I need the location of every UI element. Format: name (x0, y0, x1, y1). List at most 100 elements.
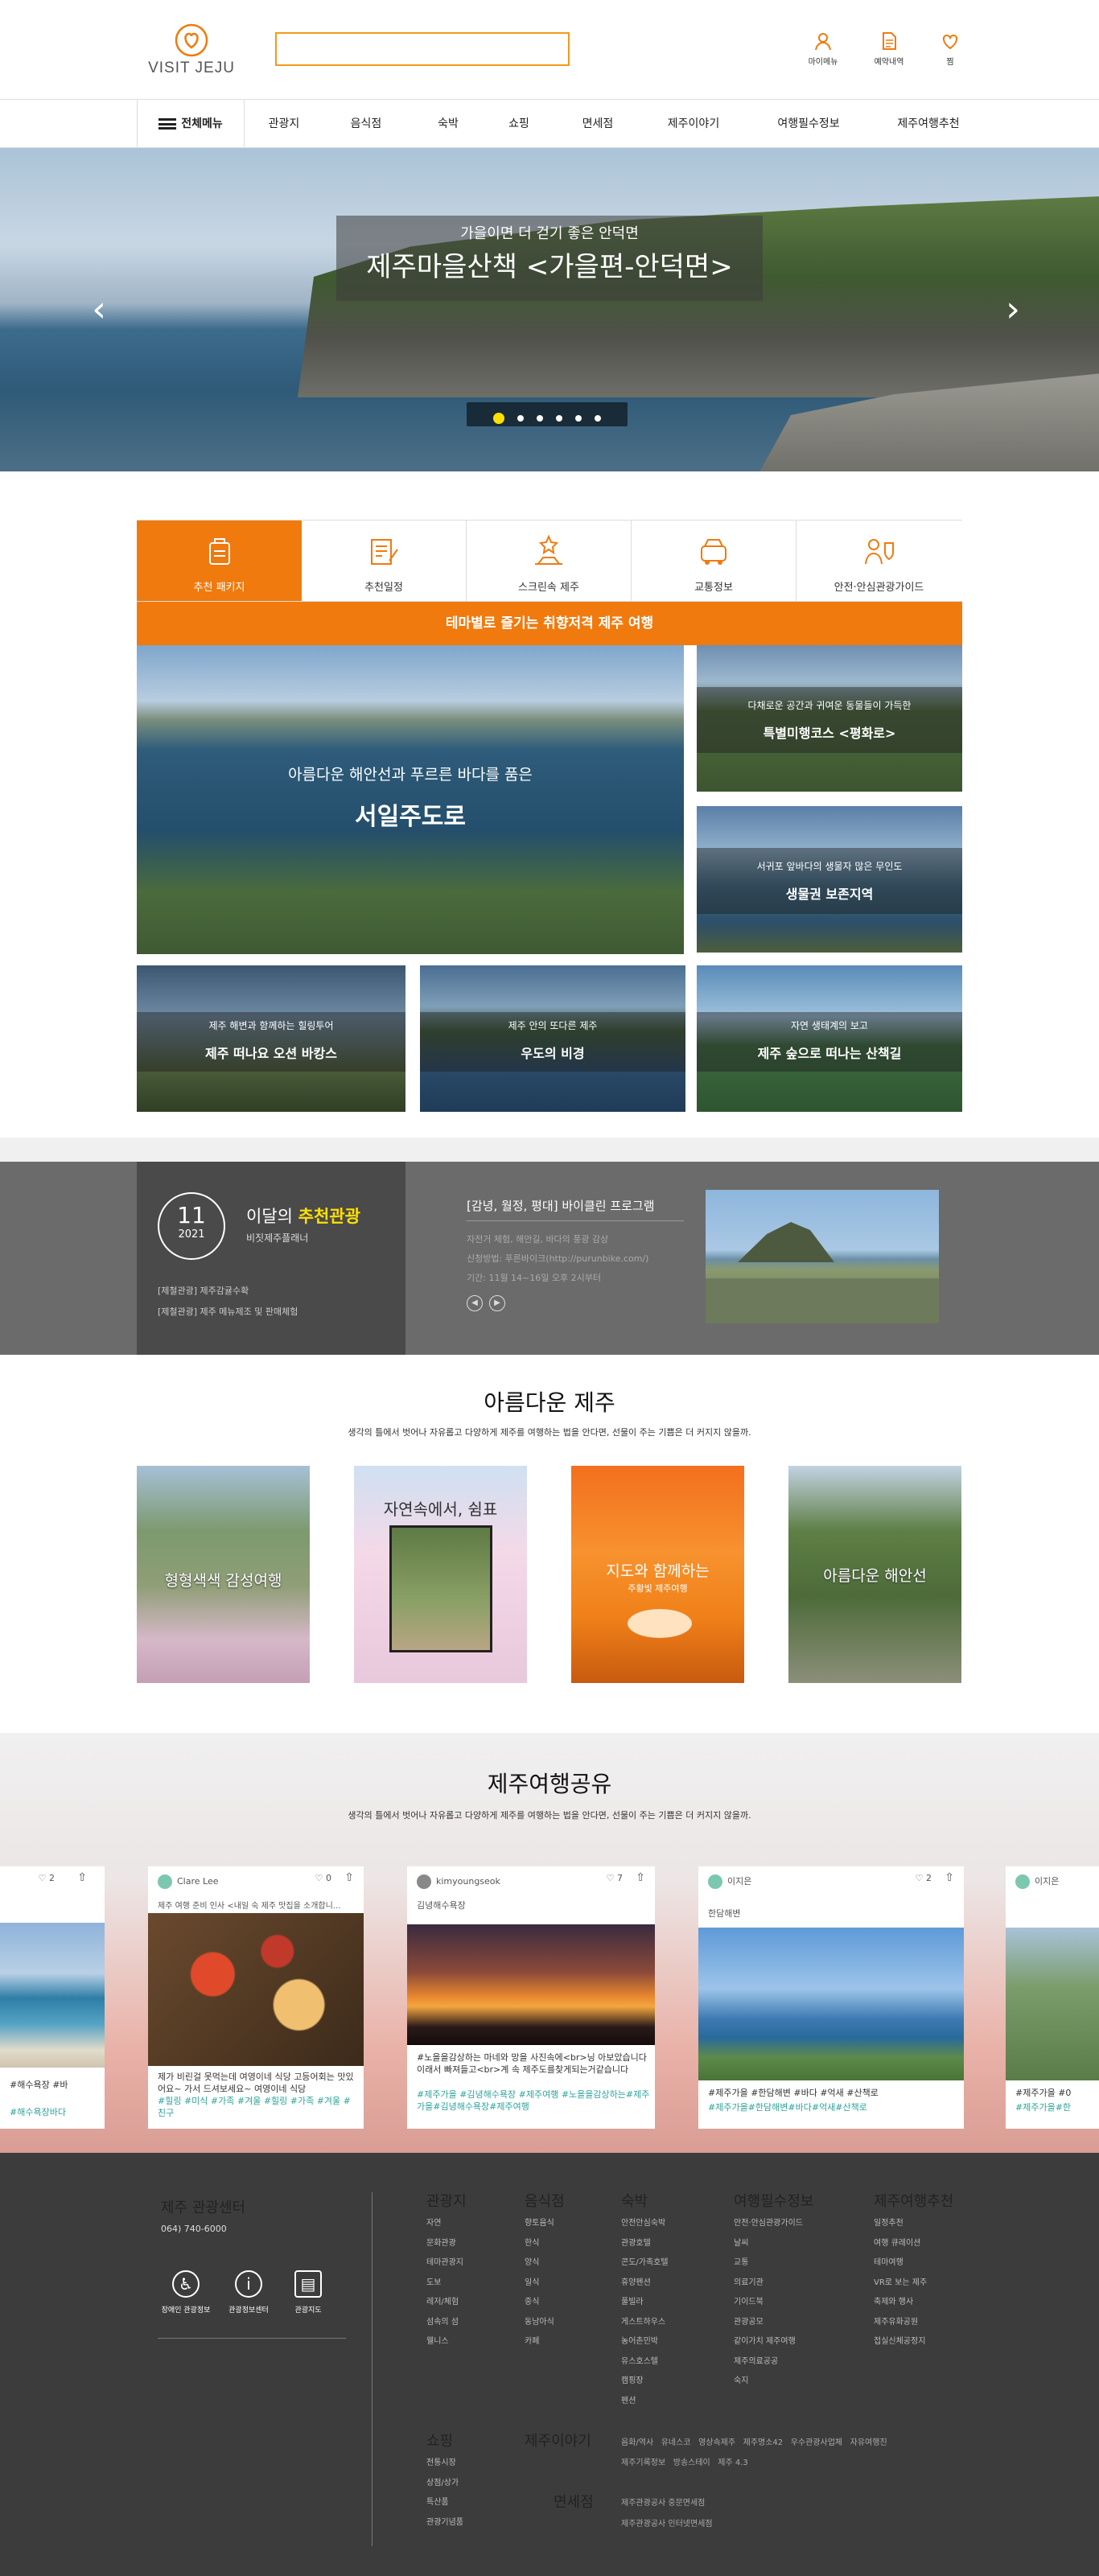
tour-map-link[interactable]: ▤ 관광지도 (275, 2270, 341, 2315)
slide-dot[interactable] (595, 414, 601, 422)
footer-link[interactable]: 캠핑장 (621, 2372, 669, 2392)
footer-link[interactable]: 문화관광 (426, 2234, 463, 2254)
footer-story-title[interactable]: 제주이야기 (525, 2430, 591, 2450)
footer-link[interactable]: 양식 (525, 2253, 554, 2274)
reservations-button[interactable]: 예약내역 (867, 31, 911, 67)
footer-col-title[interactable]: 제주여행추천 (874, 2190, 953, 2211)
footer-link[interactable]: 관광기념품 (426, 2513, 463, 2533)
tab-screen-jeju[interactable]: 스크린속 제주 (467, 521, 632, 601)
share-card[interactable]: kimyoungseok ♡ 7 ⇧ 김녕해수욕장 #노을을감상하는 마네와 망… (407, 1866, 655, 2129)
share-icon[interactable]: ⇧ (636, 1871, 645, 1884)
footer-link[interactable]: 관광공모 (734, 2313, 803, 2333)
footer-shopping-title[interactable]: 쇼핑 (426, 2430, 453, 2450)
share-card[interactable]: 이지은 #제주가을 #0 #제주가을#한 (1006, 1866, 1099, 2129)
footer-link[interactable]: 일식 (525, 2274, 554, 2294)
beautiful-card[interactable]: 형형색색 감성여행 (137, 1466, 310, 1683)
footer-link[interactable]: 유스호스텔 (621, 2352, 669, 2372)
footer-col-title[interactable]: 숙박 (621, 2190, 648, 2211)
footer-link[interactable]: 자유여행진 (850, 2438, 887, 2447)
nav-item-shopping[interactable]: 쇼핑 (491, 100, 547, 148)
circle-left-icon[interactable]: ◀ (467, 1295, 483, 1311)
nav-item-jeju-story[interactable]: 제주이야기 (653, 100, 734, 148)
footer-link[interactable]: 제주관광공사 인터넷면세점 (621, 2516, 713, 2529)
footer-link[interactable]: 전통시장 (426, 2454, 463, 2474)
footer-link[interactable]: 게스트하우스 (621, 2313, 669, 2333)
theme-tile-bottom1[interactable]: 제주 해변과 함께하는 힐링투어 제주 떠나요 오션 바캉스 (137, 965, 405, 1112)
theme-tile-bottom2[interactable]: 제주 안의 또다른 제주 우도의 비경 (420, 965, 685, 1112)
tab-safety-guide[interactable]: 안전·안심관광가이드 (796, 521, 961, 601)
beautiful-card[interactable]: 지도와 함께하는 주황빛 제주여행 (571, 1466, 744, 1683)
heart-outline-icon[interactable]: ♡ (607, 1873, 615, 1883)
footer-link[interactable]: 콘도/가족호텔 (621, 2253, 669, 2274)
footer-link[interactable]: 휴양펜션 (621, 2274, 669, 2294)
footer-link[interactable]: 펜션 (621, 2392, 669, 2412)
heart-outline-icon[interactable]: ♡ (39, 1873, 47, 1883)
footer-link[interactable]: 테마관광지 (426, 2253, 463, 2274)
footer-link[interactable]: 특산품 (426, 2493, 463, 2513)
share-icon[interactable]: ⇧ (344, 1871, 354, 1884)
footer-link[interactable]: 우수관광사업체 (791, 2438, 842, 2447)
chevron-right-icon[interactable]: › (1001, 290, 1025, 330)
footer-link[interactable]: 날씨 (734, 2234, 803, 2254)
footer-link[interactable]: 카페 (525, 2332, 554, 2352)
footer-link[interactable]: 일정추천 (874, 2214, 927, 2234)
footer-link[interactable]: 관광호텔 (621, 2234, 669, 2254)
footer-link[interactable]: 농어촌민박 (621, 2332, 669, 2352)
tab-package[interactable]: 추천 패키지 (137, 521, 302, 601)
footer-link[interactable]: 중식 (525, 2293, 554, 2313)
slide-dot[interactable] (517, 414, 524, 422)
footer-link[interactable]: 동남아식 (525, 2313, 554, 2333)
my-menu-button[interactable]: 마이메뉴 (801, 31, 845, 67)
nav-item-dutyfree[interactable]: 면세점 (570, 100, 626, 148)
heart-outline-icon[interactable]: ♡ (315, 1873, 323, 1883)
footer-link[interactable]: 제주기록정보 (621, 2459, 665, 2467)
slide-dot[interactable] (537, 414, 543, 422)
hero-slider[interactable]: 가을이면 더 걷기 좋은 안덕면 제주마을산책 <가을편-안덕면> ‹ › (0, 148, 1099, 471)
footer-link[interactable]: 제주의료공공 (734, 2352, 803, 2372)
footer-link[interactable]: 제주명소42 (743, 2438, 784, 2447)
nav-item-recommend[interactable]: 제주여행추천 (882, 100, 975, 148)
tab-traffic[interactable]: 교통정보 (632, 521, 796, 601)
all-menu-button[interactable]: 전체메뉴 (137, 100, 245, 148)
footer-col-title[interactable]: 여행필수정보 (734, 2190, 813, 2211)
footer-link[interactable]: 제주관광공사 중문면세점 (621, 2496, 705, 2508)
footer-link[interactable]: 제주유화공원 (874, 2313, 927, 2333)
tourist-center-link[interactable]: i 관광정보센터 (216, 2270, 282, 2315)
slide-dot[interactable] (493, 412, 504, 424)
footer-link[interactable]: 한식 (525, 2234, 554, 2254)
footer-link[interactable]: 도보 (426, 2274, 463, 2294)
footer-link[interactable]: 안전안심숙박 (621, 2214, 669, 2234)
accessible-info-link[interactable]: ♿ 장애인 관광정보 (153, 2270, 219, 2315)
nav-item-restaurants[interactable]: 음식점 (338, 100, 394, 148)
footer-link[interactable]: 레저/체험 (426, 2293, 463, 2313)
footer-link[interactable]: 기이드북 (734, 2293, 803, 2313)
footer-link[interactable]: 제주 4.3 (718, 2459, 747, 2467)
footer-link[interactable]: 웰니스 (426, 2332, 463, 2352)
monthly-link[interactable]: [제철관광] 제주 메뉴제조 및 판매체험 (158, 1305, 298, 1318)
share-icon[interactable]: ⇧ (77, 1871, 87, 1884)
slide-dot[interactable] (556, 414, 562, 422)
beautiful-card[interactable]: 자연속에서, 쉼표 (354, 1466, 527, 1683)
share-icon[interactable]: ⇧ (945, 1871, 954, 1884)
footer-link[interactable]: 접실신체공정지 (874, 2332, 927, 2352)
share-card[interactable]: ♡ 2 ⇧ #해수욕장 #바 #해수욕장바다 (0, 1866, 105, 2129)
footer-col-title[interactable]: 음식점 (525, 2190, 565, 2211)
footer-link[interactable]: 의료기관 (734, 2274, 803, 2294)
heart-outline-icon[interactable]: ♡ (916, 1873, 924, 1883)
footer-link[interactable]: 유네스코 (661, 2438, 691, 2447)
nav-item-lodging[interactable]: 숙박 (420, 100, 476, 148)
footer-link[interactable]: 테마여행 (874, 2253, 927, 2274)
footer-link[interactable]: 교통 (734, 2253, 803, 2274)
theme-tile-bottom3[interactable]: 자연 생태계의 보고 제주 숲으로 떠나는 산책길 (697, 965, 962, 1112)
logo[interactable]: VISIT JEJU (135, 23, 248, 80)
monthly-link[interactable]: [제철관광] 제주감귤수확 (158, 1284, 249, 1297)
footer-link[interactable]: VR로 보는 제주 (874, 2274, 927, 2294)
footer-link[interactable]: 같이가치 제주여행 (734, 2332, 803, 2352)
tab-schedule[interactable]: 추천일정 (302, 521, 467, 601)
nav-item-attractions[interactable]: 관광지 (256, 100, 312, 148)
footer-link[interactable]: 축제와 행사 (874, 2293, 927, 2313)
footer-link[interactable]: 숙지 (734, 2372, 803, 2392)
footer-col-title[interactable]: 관광지 (426, 2190, 467, 2211)
footer-dutyfree-title[interactable]: 면세점 (554, 2491, 594, 2512)
program-title[interactable]: [감녕, 월정, 평대] 바이클린 프로그램 (467, 1197, 684, 1221)
